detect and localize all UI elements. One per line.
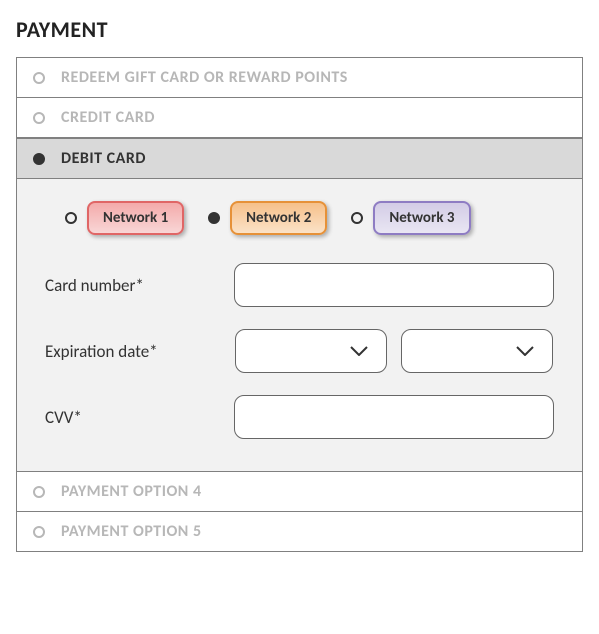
method-credit-card[interactable]: CREDIT CARD — [17, 98, 582, 138]
chevron-down-icon — [516, 346, 534, 356]
cvv-label: CVV* — [45, 407, 234, 428]
card-number-row: Card number* — [45, 263, 554, 307]
method-label: REDEEM GIFT CARD OR REWARD POINTS — [61, 68, 348, 87]
method-redeem[interactable]: REDEEM GIFT CARD OR REWARD POINTS — [17, 58, 582, 98]
network-2-option[interactable]: Network 2 — [208, 201, 327, 235]
method-label: PAYMENT OPTION 4 — [61, 482, 202, 501]
radio-unselected-icon — [33, 72, 45, 84]
cvv-row: CVV* — [45, 395, 554, 439]
radio-unselected-icon — [33, 526, 45, 538]
cvv-input[interactable] — [234, 395, 554, 439]
radio-unselected-icon — [33, 486, 45, 498]
radio-selected-icon — [208, 212, 220, 224]
network-chip: Network 2 — [230, 201, 327, 235]
radio-unselected-icon — [65, 212, 77, 224]
card-number-label: Card number* — [45, 275, 234, 296]
network-chip: Network 3 — [373, 201, 470, 235]
radio-unselected-icon — [351, 212, 363, 224]
method-option-4[interactable]: PAYMENT OPTION 4 — [17, 472, 582, 512]
expiration-label: Expiration date* — [45, 341, 235, 362]
method-label: CREDIT CARD — [61, 108, 155, 127]
card-number-input[interactable] — [234, 263, 554, 307]
chevron-down-icon — [350, 346, 368, 356]
expiration-year-dropdown[interactable] — [401, 329, 553, 373]
network-3-option[interactable]: Network 3 — [351, 201, 470, 235]
radio-selected-icon — [33, 153, 45, 165]
network-chip: Network 1 — [87, 201, 184, 235]
page-title: PAYMENT — [16, 16, 583, 43]
payment-methods-accordion: REDEEM GIFT CARD OR REWARD POINTS CREDIT… — [16, 57, 583, 552]
method-label: DEBIT CARD — [61, 149, 146, 168]
expiration-dropdown-group — [235, 329, 553, 373]
debit-card-panel: Network 1 Network 2 Network 3 Card numbe… — [17, 179, 582, 472]
network-1-option[interactable]: Network 1 — [65, 201, 184, 235]
method-debit-card[interactable]: DEBIT CARD — [17, 138, 582, 179]
radio-unselected-icon — [33, 112, 45, 124]
method-option-5[interactable]: PAYMENT OPTION 5 — [17, 512, 582, 551]
expiration-row: Expiration date* — [45, 329, 554, 373]
expiration-month-dropdown[interactable] — [235, 329, 387, 373]
method-label: PAYMENT OPTION 5 — [61, 522, 202, 541]
network-selector: Network 1 Network 2 Network 3 — [45, 201, 554, 235]
